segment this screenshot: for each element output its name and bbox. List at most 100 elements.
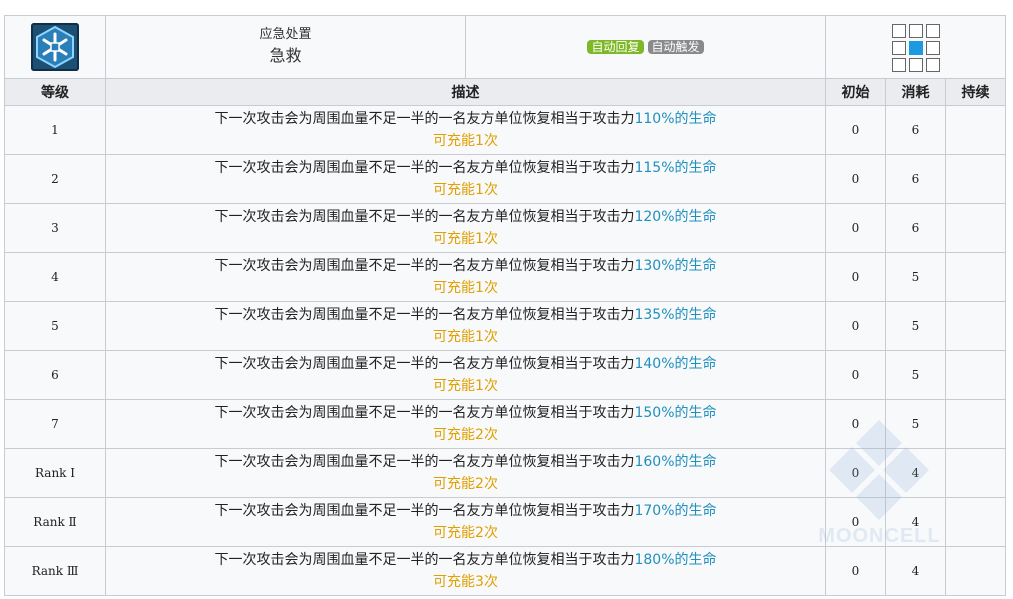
row-duration (944, 301, 1007, 351)
row-initial: 0 (825, 252, 886, 302)
row-cost: 6 (885, 203, 946, 253)
row-cost: 5 (885, 301, 946, 351)
level-rows: 1 下一次攻击会为周围血量不足一半的一名友方单位恢复相当于攻击力110%的生命 可充… (4, 105, 1007, 596)
range-cell (824, 15, 1007, 79)
row-cost: 5 (885, 350, 946, 400)
table-row: Rank Ⅰ 下一次攻击会为周围血量不足一半的一名友方单位恢复相当于攻击力160%… (4, 448, 1007, 498)
desc-highlight: 160%的生命 (634, 454, 717, 470)
snowflake-medical-icon (31, 23, 79, 71)
skill-name-block: 应急处置 急救 (106, 16, 466, 78)
row-duration (944, 546, 1007, 596)
row-description: 下一次攻击会为周围血量不足一半的一名友方单位恢复相当于攻击力140%的生命 可充能… (105, 350, 826, 400)
desc-highlight: 120%的生命 (634, 209, 717, 225)
skill-kind: 应急处置 (259, 27, 312, 42)
header-level: 等级 (4, 78, 106, 106)
desc-highlight: 130%的生命 (634, 258, 717, 274)
row-cost: 4 (885, 546, 946, 596)
desc-highlight: 115%的生命 (634, 160, 717, 176)
tag-auto-trigger: 自动触发 (647, 40, 704, 54)
row-cost: 6 (885, 105, 946, 155)
attack-range-grid-icon (891, 23, 940, 72)
tag-auto-recovery: 自动回复 (587, 40, 644, 54)
skill-tags: 自动回复 自动触发 (466, 16, 825, 78)
skill-icon-cell (4, 15, 106, 79)
row-duration (944, 252, 1007, 302)
row-initial: 0 (825, 203, 886, 253)
desc-charge: 可充能1次 (433, 329, 498, 345)
row-duration (944, 350, 1007, 400)
header-cost: 消耗 (885, 78, 946, 106)
desc-main: 下一次攻击会为周围血量不足一半的一名友方单位恢复相当于攻击力 (214, 405, 635, 421)
desc-main: 下一次攻击会为周围血量不足一半的一名友方单位恢复相当于攻击力 (214, 552, 635, 568)
desc-highlight: 110%的生命 (634, 111, 717, 127)
row-level: 7 (4, 399, 106, 449)
row-duration (944, 448, 1007, 498)
desc-charge: 可充能2次 (433, 427, 498, 443)
desc-highlight: 140%的生命 (634, 356, 717, 372)
row-level: Rank Ⅱ (4, 497, 106, 547)
row-level: Rank Ⅰ (4, 448, 106, 498)
desc-charge: 可充能2次 (433, 476, 498, 492)
table-row: Rank Ⅲ 下一次攻击会为周围血量不足一半的一名友方单位恢复相当于攻击力180%… (4, 546, 1007, 596)
row-level: 5 (4, 301, 106, 351)
table-row: 1 下一次攻击会为周围血量不足一半的一名友方单位恢复相当于攻击力110%的生命可充… (4, 105, 1007, 155)
row-initial: 0 (825, 546, 886, 596)
row-level: Rank Ⅲ (4, 546, 106, 596)
row-description: 下一次攻击会为周围血量不足一半的一名友方单位恢复相当于攻击力150%的生命 可充能… (105, 399, 826, 449)
skill-header-row: 应急处置 急救 自动回复 自动触发 (4, 15, 1007, 79)
row-duration (944, 105, 1007, 155)
row-duration (944, 497, 1007, 547)
desc-highlight: 170%的生命 (634, 503, 717, 519)
row-duration (944, 203, 1007, 253)
skill-name: 急救 (269, 46, 302, 65)
table-row: Rank Ⅱ 下一次攻击会为周围血量不足一半的一名友方单位恢复相当于攻击力170%… (4, 497, 1007, 547)
table-row: 6 下一次攻击会为周围血量不足一半的一名友方单位恢复相当于攻击力140%的生命 可充… (4, 350, 1007, 400)
row-description: 下一次攻击会为周围血量不足一半的一名友方单位恢复相当于攻击力170%的生命可充能… (105, 497, 826, 547)
column-header-row: 等级 描述 初始 消耗 持续 (4, 78, 1007, 106)
skill-info-cell: 应急处置 急救 自动回复 自动触发 (105, 15, 826, 79)
row-initial: 0 (825, 448, 886, 498)
row-level: 6 (4, 350, 106, 400)
table-row: 2 下一次攻击会为周围血量不足一半的一名友方单位恢复相当于攻击力115%的生命 可充… (4, 154, 1007, 204)
row-level: 2 (4, 154, 106, 204)
row-description: 下一次攻击会为周围血量不足一半的一名友方单位恢复相当于攻击力120%的生命可充能… (105, 203, 826, 253)
table-row: 7 下一次攻击会为周围血量不足一半的一名友方单位恢复相当于攻击力150%的生命 可充… (4, 399, 1007, 449)
header-duration: 持续 (944, 78, 1007, 106)
row-initial: 0 (825, 399, 886, 449)
desc-main: 下一次攻击会为周围血量不足一半的一名友方单位恢复相当于攻击力 (214, 209, 635, 225)
row-level: 1 (4, 105, 106, 155)
desc-charge: 可充能3次 (433, 574, 498, 590)
desc-charge: 可充能2次 (433, 525, 498, 541)
desc-charge: 可充能1次 (433, 182, 498, 198)
desc-main: 下一次攻击会为周围血量不足一半的一名友方单位恢复相当于攻击力 (214, 258, 635, 274)
row-level: 4 (4, 252, 106, 302)
row-cost: 5 (885, 252, 946, 302)
row-cost: 4 (885, 448, 946, 498)
row-description: 下一次攻击会为周围血量不足一半的一名友方单位恢复相当于攻击力160%的生命可充能… (105, 448, 826, 498)
desc-charge: 可充能1次 (433, 133, 498, 149)
row-cost: 5 (885, 399, 946, 449)
row-duration (944, 399, 1007, 449)
desc-charge: 可充能1次 (433, 280, 498, 296)
row-description: 下一次攻击会为周围血量不足一半的一名友方单位恢复相当于攻击力130%的生命可充能… (105, 252, 826, 302)
header-description: 描述 (105, 78, 826, 106)
header-initial: 初始 (825, 78, 886, 106)
row-description: 下一次攻击会为周围血量不足一半的一名友方单位恢复相当于攻击力115%的生命可充能… (105, 154, 826, 204)
row-cost: 4 (885, 497, 946, 547)
row-initial: 0 (825, 105, 886, 155)
row-duration (944, 154, 1007, 204)
row-level: 3 (4, 203, 106, 253)
row-initial: 0 (825, 154, 886, 204)
desc-main: 下一次攻击会为周围血量不足一半的一名友方单位恢复相当于攻击力 (214, 454, 635, 470)
row-description: 下一次攻击会为周围血量不足一半的一名友方单位恢复相当于攻击力135%的生命 可充能… (105, 301, 826, 351)
row-initial: 0 (825, 497, 886, 547)
desc-main: 下一次攻击会为周围血量不足一半的一名友方单位恢复相当于攻击力 (214, 111, 635, 127)
table-row: 4 下一次攻击会为周围血量不足一半的一名友方单位恢复相当于攻击力130%的生命 可充… (4, 252, 1007, 302)
desc-charge: 可充能1次 (433, 378, 498, 394)
row-initial: 0 (825, 350, 886, 400)
desc-charge: 可充能1次 (433, 231, 498, 247)
row-initial: 0 (825, 301, 886, 351)
desc-main: 下一次攻击会为周围血量不足一半的一名友方单位恢复相当于攻击力 (214, 160, 635, 176)
row-description: 下一次攻击会为周围血量不足一半的一名友方单位恢复相当于攻击力180%的生命 可充能… (105, 546, 826, 596)
desc-main: 下一次攻击会为周围血量不足一半的一名友方单位恢复相当于攻击力 (214, 503, 635, 519)
